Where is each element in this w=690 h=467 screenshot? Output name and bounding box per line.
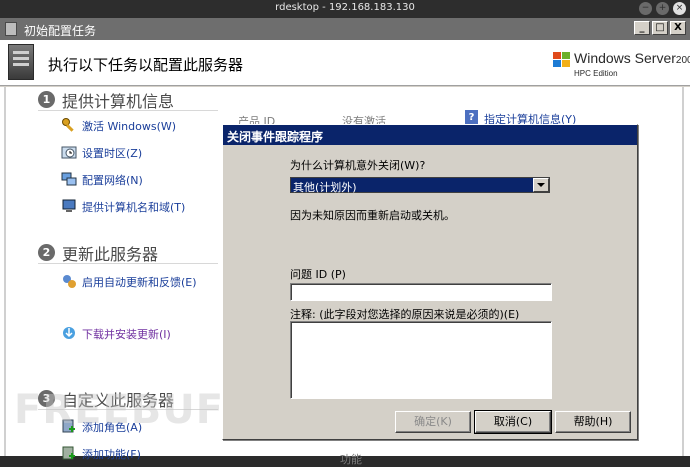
- window-controls: _ □ X: [634, 21, 686, 35]
- page-title: 执行以下任务以配置此服务器: [48, 56, 244, 74]
- shutdown-reason-dropdown[interactable]: 其他(计划外): [290, 177, 550, 194]
- add-features-link[interactable]: 添加功能(F): [82, 446, 141, 462]
- section-2-title: 更新此服务器: [62, 245, 159, 264]
- cancel-button[interactable]: 取消(C): [474, 410, 552, 434]
- help-button[interactable]: 帮助(H): [555, 411, 631, 433]
- reason-description: 因为未知原因而重新启动或关机。: [290, 209, 455, 222]
- help-book-icon: ?: [465, 110, 478, 125]
- rdesktop-close-button[interactable]: ×: [673, 2, 686, 15]
- selected-reason: 其他(计划外): [293, 181, 357, 194]
- panel-left-border: [4, 87, 6, 456]
- set-timezone-link[interactable]: 设置时区(Z): [82, 145, 142, 161]
- minimize-button[interactable]: _: [634, 21, 650, 35]
- comment-label: 注释: (此字段对您选择的原因来说是必须的)(E): [290, 308, 520, 321]
- windows-flag-icon: [553, 52, 571, 68]
- computer-name-domain-link[interactable]: 提供计算机名和域(T): [82, 199, 185, 215]
- dialog-title: 关闭事件跟踪程序: [223, 125, 637, 145]
- section-2-number: 2: [38, 244, 55, 261]
- problem-id-field[interactable]: [290, 283, 552, 301]
- problem-id-label: 问题 ID (P): [290, 268, 346, 281]
- product-name: Windows Server: [574, 50, 676, 66]
- features-summary-label: 功能: [340, 453, 362, 466]
- comment-field[interactable]: [290, 321, 552, 399]
- network-icon: [61, 172, 77, 186]
- add-feature-icon: [62, 446, 75, 460]
- product-year: 2008: [675, 55, 690, 66]
- dropdown-arrow-icon[interactable]: [533, 178, 549, 192]
- maximize-button[interactable]: □: [652, 21, 668, 35]
- rdesktop-window-controls: − + ×: [639, 2, 686, 15]
- product-edition: HPC Edition: [574, 69, 618, 78]
- rdesktop-titlebar: rdesktop - 192.168.183.130 − + ×: [0, 0, 690, 18]
- ok-button[interactable]: 确定(K): [395, 411, 471, 433]
- windows-server-logo: Windows Server2008 R2: [574, 50, 690, 66]
- activate-windows-link[interactable]: 激活 Windows(W): [82, 118, 176, 134]
- clock-icon: [61, 146, 77, 159]
- shutdown-reason-question: 为什么计算机意外关闭(W)?: [290, 159, 426, 172]
- enable-updates-link[interactable]: 启用自动更新和反馈(E): [82, 274, 197, 290]
- section-1-title: 提供计算机信息: [62, 92, 175, 111]
- section-1-number: 1: [38, 91, 55, 108]
- close-button[interactable]: X: [670, 21, 686, 35]
- key-icon: [62, 118, 74, 132]
- panel-right-border: [682, 87, 684, 456]
- shutdown-event-tracker-dialog: 关闭事件跟踪程序 为什么计算机意外关闭(W)? 其他(计划外) 因为未知原因而重…: [222, 124, 638, 440]
- download-icon: [63, 327, 75, 339]
- computer-icon: [62, 199, 76, 212]
- update-icon: [63, 275, 76, 288]
- download-updates-link[interactable]: 下载并安装更新(I): [82, 326, 171, 342]
- freebuf-watermark: FREEBUF: [14, 387, 225, 433]
- rdesktop-minimize-button[interactable]: −: [639, 2, 652, 15]
- header-banner: 执行以下任务以配置此服务器 Windows Server2008 R2 HPC …: [0, 40, 690, 86]
- window-title: 初始配置任务: [24, 24, 97, 38]
- rdesktop-maximize-button[interactable]: +: [656, 2, 669, 15]
- window-titlebar: 初始配置任务 _ □ X: [0, 18, 690, 40]
- section-2-divider: [38, 263, 218, 264]
- rdesktop-title: rdesktop - 192.168.183.130: [275, 2, 415, 13]
- server-app-icon: [5, 22, 17, 36]
- section-1-divider: [38, 110, 218, 111]
- server-tower-icon: [8, 44, 34, 80]
- configure-network-link[interactable]: 配置网络(N): [82, 172, 143, 188]
